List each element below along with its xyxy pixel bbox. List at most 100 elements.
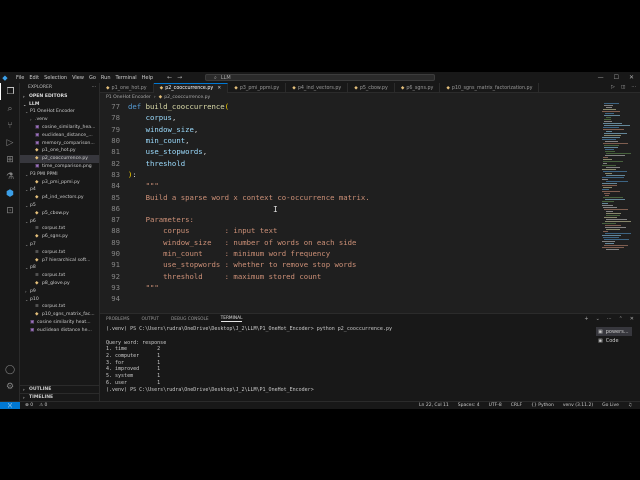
tab-p2-cooccurrence-py[interactable]: ◆ p2_cooccurrence.py ✕ [153,83,229,93]
menu-selection[interactable]: Selection [44,75,67,81]
menu-bar: File Edit Selection View Go Run Terminal Help [16,75,153,81]
tree-item-p10-sgns-matrix-fac[interactable]: ◆ p10_sgns_matrix_fac... [20,311,99,319]
more-actions-icon[interactable]: ··· [92,85,96,90]
notifications-icon[interactable]: ♫ [628,403,632,408]
menu-help[interactable]: Help [142,75,153,81]
status-item-ln-22-col-11[interactable]: Ln 22, Col 11 [419,403,449,408]
tree-item-p4[interactable]: ⌄ p4 [20,186,99,194]
tab-p5-cbow-py[interactable]: ◆ p5_cbow.py [348,83,395,93]
explorer-icon[interactable]: ❐ [0,83,20,100]
remote-icon[interactable]: ⊡ [0,202,20,219]
tree-item-p7-hierarchical-soft[interactable]: ◆ p7 hierarchical soft... [20,256,99,264]
panel-tab-debug-console[interactable]: DEBUG CONSOLE [171,317,209,322]
tab-p4-ind-vectors-py[interactable]: ◆ p4_ind_vectors.py [286,83,349,93]
minimap[interactable] [600,101,640,313]
close-tab-icon[interactable]: ✕ [217,86,221,91]
tree-item-p6-sgns-py[interactable]: ◆ p6_sgns.py [20,233,99,241]
status-item-utf-8[interactable]: UTF-8 [489,403,502,408]
tree-item-corpus-txt[interactable]: ≡ corpus.txt [20,272,99,280]
remote-indicator-icon[interactable]: ⟩⟨ [0,401,20,409]
new-terminal-icon[interactable]: + [584,316,588,322]
more-actions-icon[interactable]: ··· [607,316,612,322]
tree-item-p1-one-hot-py[interactable]: ◆ p1_one_hot.py [20,147,99,155]
menu-view[interactable]: View [72,75,84,81]
minimap-line [603,159,612,160]
errors-icon[interactable]: ⊗ 0 [25,403,33,408]
tree-item-cosine-similarity-heat[interactable]: ▣ cosine similarity heat... [20,319,99,327]
warnings-icon[interactable]: ⚠ 0 [39,403,47,408]
tree-item-euclidean-distance[interactable]: ▣ euclidean_distance_... [20,131,99,139]
tree-item-p8-glove-py[interactable]: ◆ p8_glove.py [20,280,99,288]
testing-icon[interactable]: ⚗ [0,168,20,185]
extensions-icon[interactable]: ⊞ [0,151,20,168]
tree-item-p7[interactable]: ⌄ p7 [20,241,99,249]
outline-section[interactable]: › OUTLINE [20,385,99,392]
tree-item-p6[interactable]: ⌄ p6 [20,217,99,225]
tree-item-p5-cbow-py[interactable]: ◆ p5_cbow.py [20,209,99,217]
run-icon[interactable]: ▷ [611,85,615,90]
status-item-python[interactable]: {} Python [531,403,554,408]
tree-item-corpus-txt[interactable]: ≡ corpus.txt [20,248,99,256]
breadcrumb-folder[interactable]: P1 OneHot Encoder [106,95,151,100]
close-panel-icon[interactable]: ✕ [630,316,634,322]
status-item-go-live[interactable]: Go Live [602,403,619,408]
minimap-line [604,103,619,104]
maximize-icon[interactable]: ☐ [614,74,619,81]
open-editors-section[interactable]: › OPEN EDITORS [20,92,99,100]
account-icon[interactable]: ◯ [0,361,20,378]
tree-item-time-comparison-png[interactable]: ▣ time_comparison.png [20,163,99,171]
menu-terminal[interactable]: Terminal [116,75,137,81]
tab-p6-sgns-py[interactable]: ◆ p6_sgns.py [395,83,441,93]
run-debug-icon[interactable]: ▷ [0,134,20,151]
code-editor[interactable]: 77 def build_cooccurrence(78 corpus, 79 wi… [100,101,600,313]
tab-p1-one-hot-py[interactable]: ◆ p1_one_hot.py [100,83,154,93]
chevron-down-icon[interactable]: ⌄ [596,316,600,322]
tree-item-p4-ind-vectors-py[interactable]: ◆ p4_ind_vectors.py [20,194,99,202]
breadcrumb-file[interactable]: p2_cooccurrence.py [164,95,210,100]
tree-item-cosine-similarity-hea[interactable]: ▣ cosine_similarity_hea... [20,124,99,132]
menu-edit[interactable]: Edit [29,75,39,81]
maximize-panel-icon[interactable]: ⌃ [619,316,623,322]
panel-tab-output[interactable]: OUTPUT [141,317,159,322]
tab-p3-pmi-ppmi-py[interactable]: ◆ p3_pmi_ppmi.py [228,83,287,93]
tree-item-p3-pmi-ppmi-py[interactable]: ◆ p3_pmi_ppmi.py [20,178,99,186]
tree-item-p1-onehot-encoder[interactable]: ⌄ P1 OneHot Encoder [20,108,99,116]
more-actions-icon[interactable]: ··· [631,85,636,90]
tree-item-p3-pmi-ppmi[interactable]: ⌄ P3 PMI PPMI [20,170,99,178]
timeline-section[interactable]: › TIMELINE [20,393,99,400]
tree-item-p8[interactable]: ⌄ p8 [20,264,99,272]
panel-tab-terminal[interactable]: TERMINAL [220,316,243,322]
terminal-line: 1. time 2 [106,346,161,353]
close-icon[interactable]: ✕ [629,74,634,81]
tree-item-p10[interactable]: ⌄ p10 [20,295,99,303]
tree-item-venv[interactable]: › .venv [20,116,99,124]
status-item-venv-3-11-2[interactable]: venv (3.11.2) [563,403,593,408]
terminal-output[interactable]: (.venv) PS C:\Users\rudra\OneDrive\Deskt… [106,326,586,393]
python-icon[interactable]: ⬢ [0,185,20,202]
tree-item-euclidean-distance-he[interactable]: ▣ euclidean distance he... [20,326,99,334]
terminal-instance[interactable]: ▣ Code [596,336,632,345]
arrow-left-icon[interactable]: ← [167,74,172,81]
tree-item-corpus-txt[interactable]: ≡ corpus.txt [20,303,99,311]
terminal-instance[interactable]: ▣ powers... [596,327,632,336]
status-item-crlf[interactable]: CRLF [511,403,522,408]
command-center[interactable]: ⌕ LLM [205,74,435,81]
menu-file[interactable]: File [16,75,24,81]
tree-item-p2-cooccurrence-py[interactable]: ◆ p2_cooccurrence.py [20,154,99,163]
tab-p10-sgns-matrix-factorization-py[interactable]: ◆ p10_sgns_matrix_factorization.py [440,83,540,93]
source-control-icon[interactable]: ⑂ [0,117,20,134]
minimize-icon[interactable]: — [598,74,604,81]
settings-icon[interactable]: ⚙ [0,378,20,395]
arrow-right-icon[interactable]: → [177,74,182,81]
tree-item-memory-comparison[interactable]: ▣ memory_comparison... [20,139,99,147]
menu-go[interactable]: Go [89,75,96,81]
menu-run[interactable]: Run [101,75,111,81]
workspace-root[interactable]: ⌄ LLM [20,100,99,108]
status-item-spaces-4[interactable]: Spaces: 4 [458,403,480,408]
search-icon[interactable]: ⌕ [0,100,20,117]
panel-tab-problems[interactable]: PROBLEMS [106,317,129,322]
tree-item-corpus-txt[interactable]: ≡ corpus.txt [20,225,99,233]
split-editor-icon[interactable]: ◫ [621,85,626,90]
tree-item-p9[interactable]: › p9 [20,287,99,295]
tree-item-p5[interactable]: ⌄ p5 [20,202,99,210]
